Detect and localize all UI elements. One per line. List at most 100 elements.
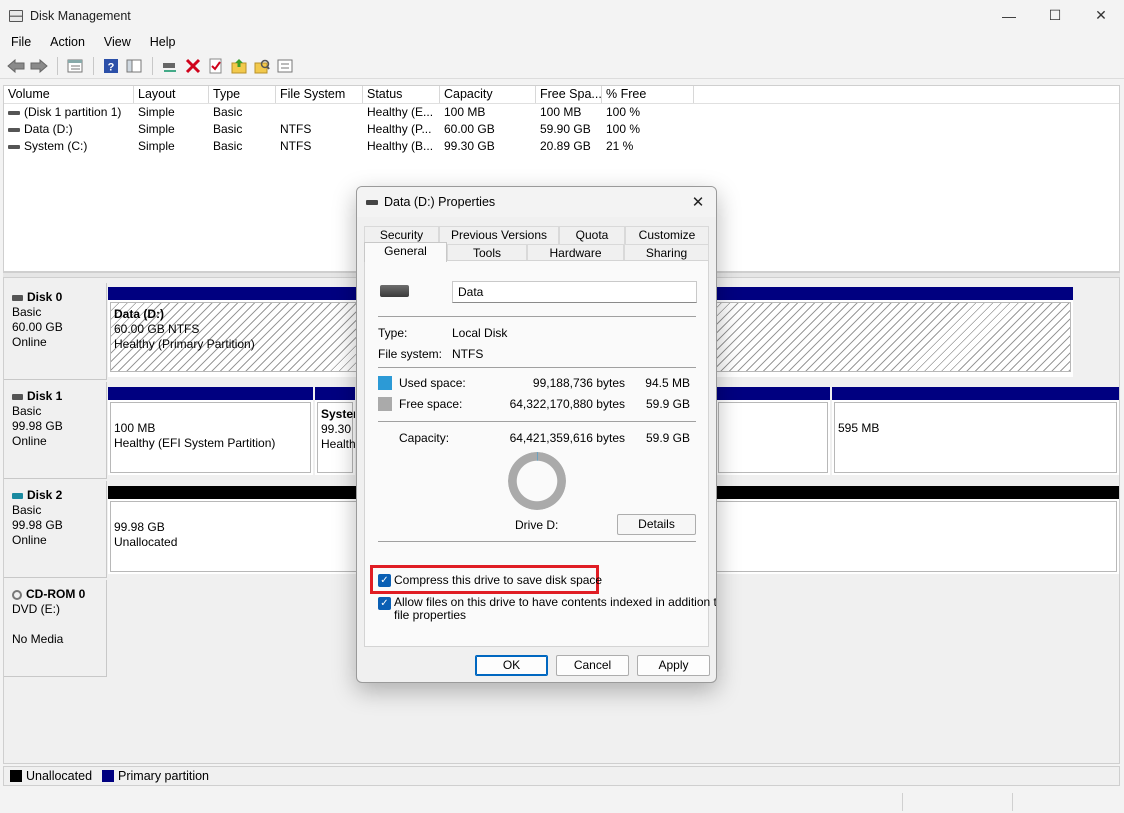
partition-body: [718, 402, 828, 473]
column-header-free-space[interactable]: Free Spa...: [536, 86, 602, 103]
drive-icon: [366, 199, 378, 205]
cancel-button[interactable]: Cancel: [556, 655, 629, 676]
used-space-bytes: 99,188,736 bytes: [532, 376, 625, 390]
disk-2-label[interactable]: Disk 2 Basic 99.98 GB Online: [4, 481, 107, 578]
toolbar-separator: [57, 56, 58, 75]
disk-0-label[interactable]: Disk 0 Basic 60.00 GB Online: [4, 283, 107, 380]
menu-action[interactable]: Action: [39, 35, 93, 49]
partition-body: System 99.30 G Health: [317, 402, 355, 473]
minimize-button[interactable]: —: [986, 0, 1032, 31]
partition-size: 100 MB: [114, 421, 156, 435]
toolbar: ?: [0, 53, 1124, 79]
cell-capacity: 60.00 GB: [444, 122, 495, 136]
title-bar: Disk Management — ☐ ✕: [0, 0, 1124, 31]
tab-previous-versions[interactable]: Previous Versions: [439, 226, 559, 244]
menu-file[interactable]: File: [0, 35, 39, 49]
column-header-layout[interactable]: Layout: [134, 86, 209, 103]
menu-view[interactable]: View: [93, 35, 139, 49]
status-segment: [1012, 793, 1013, 811]
disk-0-type: Basic: [12, 305, 42, 319]
help-icon[interactable]: ?: [100, 55, 122, 77]
tab-quota[interactable]: Quota: [559, 226, 625, 244]
table-row[interactable]: System (C:) Simple Basic NTFS Healthy (B…: [4, 138, 1119, 155]
column-header-type[interactable]: Type: [209, 86, 276, 103]
column-header-volume[interactable]: Volume: [4, 86, 134, 103]
cell-status: Healthy (E...: [367, 105, 434, 119]
partition-body: 595 MB: [834, 402, 1117, 473]
menu-bar: File Action View Help: [0, 31, 1124, 53]
capacity-bytes: 64,421,359,616 bytes: [509, 431, 625, 445]
used-space-swatch: [378, 376, 392, 390]
volume-name-input[interactable]: [452, 281, 697, 303]
checklist-icon[interactable]: [205, 55, 227, 77]
volume-name: System (C:): [24, 139, 88, 153]
partition-system-c[interactable]: System 99.30 G Health: [315, 387, 355, 475]
partition-recovery[interactable]: 595 MB: [832, 387, 1119, 475]
cell-capacity: 99.30 GB: [444, 139, 495, 153]
disk-1-state: Online: [12, 434, 47, 448]
delete-icon[interactable]: [182, 55, 204, 77]
forward-icon[interactable]: [28, 55, 50, 77]
menu-help[interactable]: Help: [139, 35, 184, 49]
file-system-value: NTFS: [452, 347, 484, 361]
settings-list-icon[interactable]: [274, 55, 296, 77]
cell-free-space: 20.89 GB: [540, 139, 591, 153]
refresh-folder-icon[interactable]: [228, 55, 250, 77]
close-button[interactable]: ✕: [1078, 0, 1124, 31]
table-row[interactable]: Data (D:) Simple Basic NTFS Healthy (P..…: [4, 121, 1119, 138]
ok-button[interactable]: OK: [475, 655, 548, 676]
maximize-button[interactable]: ☐: [1032, 0, 1078, 31]
column-header-percent-free[interactable]: % Free: [602, 86, 694, 103]
index-checkbox[interactable]: ✓: [378, 597, 391, 610]
legend-primary: Primary partition: [118, 769, 210, 783]
details-button[interactable]: Details: [617, 514, 696, 535]
cdrom-0-name-row: CD-ROM 0: [12, 587, 106, 602]
disk-1-label[interactable]: Disk 1 Basic 99.98 GB Online: [4, 382, 107, 479]
usage-donut-chart: [508, 452, 566, 510]
partition-efi[interactable]: 100 MB Healthy (EFI System Partition): [108, 387, 313, 475]
dialog-title: Data (D:) Properties: [384, 195, 496, 209]
capacity-label: Capacity:: [399, 431, 450, 445]
partition-bar: [832, 387, 1119, 400]
volume-icon: [8, 127, 20, 132]
dialog-close-button[interactable]: ✕: [686, 191, 710, 213]
local-disk-icon: [380, 285, 409, 297]
cdrom-0-name: CD-ROM 0: [26, 587, 86, 601]
table-row[interactable]: (Disk 1 partition 1) Simple Basic Health…: [4, 104, 1119, 121]
disk-1-name: Disk 1: [27, 389, 63, 403]
toolbar-separator: [152, 56, 153, 75]
disk-2-size: 99.98 GB: [12, 518, 63, 532]
column-header-capacity[interactable]: Capacity: [440, 86, 536, 103]
volume-icon: [8, 110, 20, 115]
partition-title: System: [321, 407, 355, 421]
disk-0-state: Online: [12, 335, 47, 349]
search-folder-icon[interactable]: [251, 55, 273, 77]
cell-status: Healthy (B...: [367, 139, 434, 153]
cdrom-0-label[interactable]: CD-ROM 0 DVD (E:) No Media: [4, 580, 107, 677]
properties-list-icon[interactable]: [64, 55, 86, 77]
type-label: Type:: [378, 326, 408, 340]
back-icon[interactable]: [5, 55, 27, 77]
capacity-size: 59.9 GB: [645, 431, 690, 445]
file-system-label: File system:: [378, 347, 443, 361]
partition-size: 595 MB: [838, 421, 880, 435]
compress-checkbox[interactable]: ✓: [378, 574, 391, 587]
column-header-file-system[interactable]: File System: [276, 86, 363, 103]
tab-general[interactable]: General: [364, 242, 447, 262]
console-tree-icon[interactable]: [123, 55, 145, 77]
partition-status: Healthy (EFI System Partition): [114, 436, 276, 450]
disk-1-size: 99.98 GB: [12, 419, 63, 433]
disk-0-size: 60.00 GB: [12, 320, 63, 334]
partition-system-c-continued[interactable]: [716, 387, 830, 475]
column-header-status[interactable]: Status: [363, 86, 440, 103]
index-label: Allow files on this drive to have conten…: [394, 596, 716, 622]
apply-button[interactable]: Apply: [637, 655, 710, 676]
tab-customize[interactable]: Customize: [625, 226, 709, 244]
connect-icon[interactable]: [159, 55, 181, 77]
volume-icon: [8, 144, 20, 149]
partition-bar: [716, 387, 830, 400]
free-space-label: Free space:: [399, 397, 463, 411]
free-space-size: 59.9 GB: [645, 397, 690, 411]
drive-label: Drive D:: [515, 518, 559, 532]
volume-list-header: Volume Layout Type File System Status Ca…: [4, 86, 1119, 104]
